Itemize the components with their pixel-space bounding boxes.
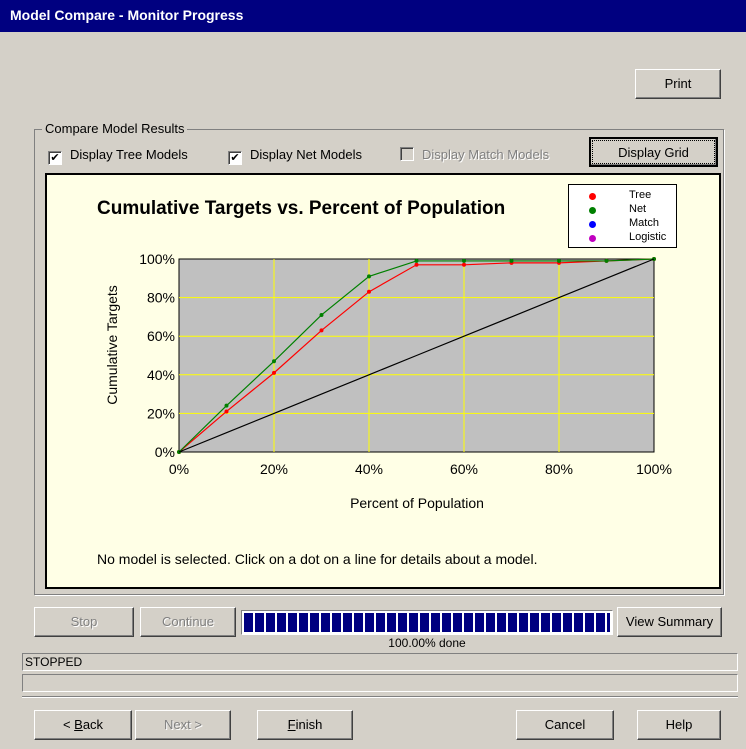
finish-mnemonic: F (287, 717, 296, 732)
title-bar: Model Compare - Monitor Progress (0, 0, 746, 32)
back-button[interactable]: < Back (34, 710, 132, 740)
help-button[interactable]: Help (637, 710, 721, 740)
next-button-label: Next > (164, 717, 202, 732)
progress-text: 100.00% done (388, 636, 466, 650)
data-point-net[interactable] (604, 258, 609, 263)
cumulative-targets-chart[interactable]: 0% 20% 40% 60% 80% 100% 0% 20% 40% 60% 80% 100% Per… (47, 175, 719, 587)
next-button[interactable]: Next > (135, 710, 231, 740)
y-tick-label: 60% (147, 328, 175, 344)
progress-track (244, 613, 610, 632)
y-tick-label: 100% (139, 251, 175, 267)
x-tick-label: 100% (636, 461, 672, 477)
help-button-label: Help (665, 717, 693, 732)
x-tick-label: 60% (450, 461, 478, 477)
print-button-label: Print (664, 76, 692, 91)
y-tick-label: 40% (147, 367, 175, 383)
display-tree-checkbox[interactable]: ✔ Display Tree Models (48, 147, 188, 165)
data-point-net[interactable] (367, 274, 371, 279)
checkbox-empty-icon (400, 147, 414, 161)
data-point-net[interactable] (509, 258, 514, 263)
data-point-net[interactable] (414, 258, 419, 263)
display-tree-label: Display Tree Models (70, 147, 188, 162)
x-tick-label: 80% (545, 461, 573, 477)
y-tick-label: 80% (147, 290, 175, 306)
display-match-checkbox[interactable]: Display Match Models (400, 147, 549, 162)
data-point-tree[interactable] (462, 262, 466, 267)
data-point-tree[interactable] (319, 328, 324, 333)
data-point-net[interactable] (557, 258, 561, 263)
view-summary-button[interactable]: View Summary (617, 607, 722, 637)
checkmark-icon: ✔ (48, 151, 62, 165)
continue-button-label: Continue (161, 614, 215, 629)
x-tick-label: 0% (169, 461, 189, 477)
view-summary-label: View Summary (625, 614, 714, 629)
print-button[interactable]: Print (635, 69, 721, 99)
footer-separator (22, 696, 738, 698)
data-point-net[interactable] (462, 258, 466, 263)
data-point-tree[interactable] (272, 370, 276, 375)
stop-button-label: Stop (70, 614, 98, 629)
x-axis-label: Percent of Population (350, 495, 484, 511)
y-axis-label: Cumulative Targets (104, 285, 120, 405)
display-grid-label: Display Grid (618, 145, 689, 160)
cancel-button[interactable]: Cancel (516, 710, 614, 740)
x-tick-label: 40% (355, 461, 383, 477)
stop-button[interactable]: Stop (34, 607, 134, 637)
x-tick-label: 20% (260, 461, 288, 477)
checkmark-icon: ✔ (228, 151, 242, 165)
display-grid-button[interactable]: Display Grid (589, 137, 718, 167)
status-detail-line (22, 674, 738, 692)
display-net-label: Display Net Models (250, 147, 362, 162)
data-point-tree[interactable] (414, 262, 419, 267)
data-point-net[interactable] (224, 403, 229, 408)
y-tick-label: 20% (147, 405, 175, 421)
data-point-net[interactable] (272, 359, 276, 364)
continue-button[interactable]: Continue (140, 607, 236, 637)
cancel-button-label: Cancel (544, 717, 586, 732)
data-point-tree[interactable] (224, 409, 229, 414)
back-prefix: < (62, 717, 75, 732)
finish-button[interactable]: Finish (257, 710, 353, 740)
display-match-label: Display Match Models (422, 147, 550, 162)
status-line: STOPPED (22, 653, 738, 671)
progress-bar (241, 610, 613, 635)
chart-message: No model is selected. Click on a dot on … (97, 551, 538, 567)
compare-results-label: Compare Model Results (42, 121, 188, 136)
back-mnemonic: B (74, 717, 83, 732)
chart-panel: Cumulative Targets vs. Percent of Popula… (45, 173, 721, 589)
back-rest: ack (82, 717, 104, 732)
window-title: Model Compare - Monitor Progress (10, 7, 244, 23)
finish-rest: inish (295, 717, 323, 732)
y-tick-label: 0% (155, 444, 175, 460)
data-point-tree[interactable] (367, 289, 371, 294)
progress-fill (244, 613, 610, 632)
data-point-net[interactable] (319, 312, 324, 317)
display-net-checkbox[interactable]: ✔ Display Net Models (228, 147, 362, 165)
